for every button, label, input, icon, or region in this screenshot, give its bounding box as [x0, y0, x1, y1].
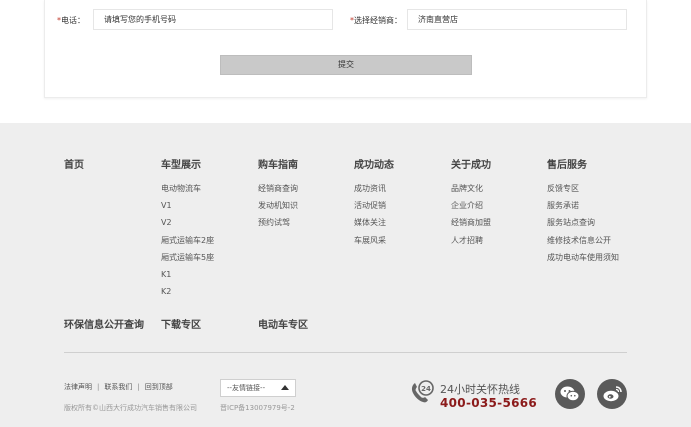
- site-footer: 首页 车型展示 电动物流车 V1 V2 厢式运输车2座 厢式运输车5座 K1 K…: [0, 123, 691, 427]
- icp-number: 晋ICP备13007979号-2: [220, 404, 295, 412]
- wechat-icon[interactable]: [555, 379, 585, 409]
- footer-col-guide: 购车指南 经销商查询 发动机知识 预约试驾: [258, 159, 298, 232]
- footer-col-news: 成功动态 成功资讯 活动促销 媒体关注 车展风采: [354, 159, 394, 249]
- footer-col-title[interactable]: 关于成功: [451, 159, 491, 173]
- weibo-icon[interactable]: [597, 379, 627, 409]
- footer-col-title[interactable]: 车型展示: [161, 159, 214, 173]
- footer-col-title[interactable]: 成功动态: [354, 159, 394, 173]
- footer-bottom-links: 法律声明 | 联系我们 | 回到顶部: [64, 382, 173, 392]
- footer-link[interactable]: 活动促销: [354, 197, 394, 214]
- hotline-number: 400-035-5666: [440, 396, 538, 410]
- footer-link-env-info[interactable]: 环保信息公开查询: [64, 316, 144, 331]
- footer-link-downloads[interactable]: 下载专区: [161, 316, 201, 331]
- footer-link[interactable]: 预约试驾: [258, 214, 298, 231]
- copyright-text: 版权所有©山西大行成功汽车销售有限公司: [64, 404, 197, 412]
- footer-link[interactable]: 服务承诺: [547, 197, 619, 214]
- footer-col-title[interactable]: 售后服务: [547, 159, 619, 173]
- footer-link[interactable]: 厢式运输车5座: [161, 249, 214, 266]
- submit-button[interactable]: 提交: [220, 55, 472, 75]
- footer-col-service: 售后服务 反馈专区 服务承诺 服务站点查询 维修技术信息公开 成功电动车使用须知: [547, 159, 619, 266]
- legal-link[interactable]: 法律声明: [64, 383, 92, 391]
- footer-link[interactable]: K2: [161, 283, 214, 300]
- footer-link[interactable]: 维修技术信息公开: [547, 232, 619, 249]
- footer-link-ev-zone[interactable]: 电动车专区: [258, 316, 308, 331]
- footer-link[interactable]: 成功电动车使用须知: [547, 249, 619, 266]
- phone-24h-icon: 24: [411, 380, 434, 403]
- footer-link[interactable]: 企业介绍: [451, 197, 491, 214]
- contact-link[interactable]: 联系我们: [104, 383, 132, 391]
- back-to-top-link[interactable]: 回到顶部: [145, 383, 173, 391]
- footer-link[interactable]: 经销商加盟: [451, 214, 491, 231]
- link-separator: |: [137, 383, 140, 391]
- footer-link[interactable]: 厢式运输车2座: [161, 232, 214, 249]
- footer-link[interactable]: 车展风采: [354, 232, 394, 249]
- link-separator: |: [97, 383, 100, 391]
- phone-input[interactable]: 请填写您的手机号码: [93, 9, 333, 30]
- friend-links-select-value: --友情链接--: [227, 384, 266, 392]
- footer-link[interactable]: 品牌文化: [451, 180, 491, 197]
- footer-col-about: 关于成功 品牌文化 企业介绍 经销商加盟 人才招聘: [451, 159, 491, 249]
- hotline-badge: 24: [421, 385, 431, 393]
- footer-link[interactable]: 媒体关注: [354, 214, 394, 231]
- phone-label: *电话：: [57, 16, 85, 25]
- footer-col-home: 首页: [64, 159, 84, 180]
- footer-link[interactable]: 经销商查询: [258, 180, 298, 197]
- caret-up-icon: [281, 385, 289, 390]
- dealer-select[interactable]: 济南直营店: [407, 9, 627, 30]
- footer-col-title[interactable]: 购车指南: [258, 159, 298, 173]
- footer-link[interactable]: K1: [161, 266, 214, 283]
- footer-link[interactable]: 成功资讯: [354, 180, 394, 197]
- footer-link[interactable]: V2: [161, 214, 214, 231]
- friend-links-select[interactable]: --友情链接--: [220, 379, 296, 397]
- footer-link[interactable]: 反馈专区: [547, 180, 619, 197]
- contact-form-card: *电话： 请填写您的手机号码 *选择经销商： 济南直营店 提交: [44, 0, 647, 98]
- footer-link[interactable]: 发动机知识: [258, 197, 298, 214]
- dealer-label: *选择经销商：: [350, 16, 402, 25]
- footer-col-title[interactable]: 首页: [64, 159, 84, 173]
- footer-link[interactable]: 人才招聘: [451, 232, 491, 249]
- footer-col-models: 车型展示 电动物流车 V1 V2 厢式运输车2座 厢式运输车5座 K1 K2: [161, 159, 214, 300]
- footer-link[interactable]: V1: [161, 197, 214, 214]
- footer-link[interactable]: 电动物流车: [161, 180, 214, 197]
- footer-link[interactable]: 服务站点查询: [547, 214, 619, 231]
- footer-divider: [64, 352, 627, 353]
- hotline-label: 24小时关怀热线: [440, 383, 520, 396]
